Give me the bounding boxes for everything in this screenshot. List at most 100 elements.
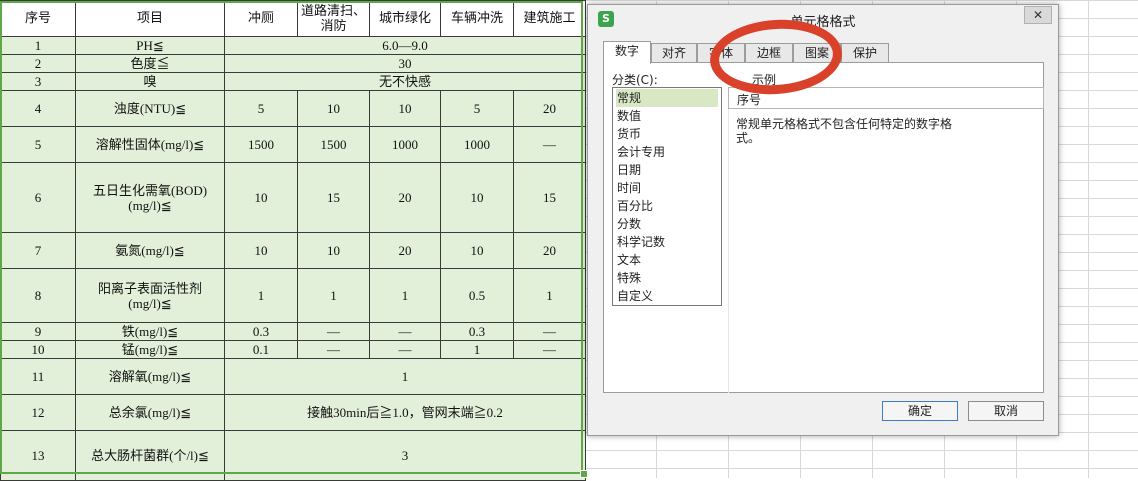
item-cell[interactable]: 嗅 [75, 72, 225, 91]
category-label: 分类(C): [612, 73, 658, 87]
value-cell[interactable]: 20 [369, 232, 441, 269]
value-cell[interactable]: — [297, 340, 370, 359]
item-cell[interactable]: 总余氯(mg/l)≦ [75, 394, 225, 431]
category-item-date[interactable]: 日期 [616, 161, 718, 179]
table-row: 9 铁(mg/l)≦ 0.3 — — 0.3 — [0, 322, 586, 341]
value-cell[interactable]: 10 [369, 90, 441, 127]
value-cell[interactable]: 20 [513, 232, 586, 269]
header-cell[interactable]: 建筑施工 [513, 0, 586, 37]
item-cell[interactable]: 阳离子表面活性剂(mg/l)≦ [75, 268, 225, 323]
value-cell[interactable]: — [369, 340, 441, 359]
fill-handle[interactable] [580, 470, 588, 478]
value-cell[interactable]: 5 [224, 90, 298, 127]
header-cell[interactable]: 序号 [0, 0, 76, 37]
row-number-cell[interactable]: 3 [0, 72, 76, 91]
merged-value-cell[interactable]: 无不快感 [224, 72, 586, 91]
merged-value-cell[interactable]: 30 [224, 54, 586, 73]
category-list[interactable]: 常规 数值 货币 会计专用 日期 时间 百分比 分数 科学记数 文本 特殊 自定… [612, 87, 722, 306]
category-item-general[interactable]: 常规 [616, 89, 718, 107]
value-cell[interactable]: 1000 [369, 126, 441, 163]
dialog-title: 单元格格式 [790, 15, 856, 30]
value-cell[interactable]: 0.1 [224, 340, 298, 359]
item-cell[interactable]: 锰(mg/l)≦ [75, 340, 225, 359]
row-number-cell[interactable]: 5 [0, 126, 76, 163]
item-cell[interactable]: PH≦ [75, 36, 225, 55]
header-cell[interactable]: 城市绿化 [369, 0, 441, 37]
value-cell[interactable]: — [297, 322, 370, 341]
header-cell[interactable]: 道路清扫、消防 [297, 0, 370, 37]
row-number-cell[interactable]: 4 [0, 90, 76, 127]
value-cell[interactable]: 10 [297, 90, 370, 127]
value-cell[interactable]: — [369, 322, 441, 341]
category-item-currency[interactable]: 货币 [616, 125, 718, 143]
value-cell[interactable]: 1 [440, 340, 514, 359]
tab-protection[interactable]: 保护 [841, 43, 889, 62]
value-cell[interactable]: 10 [440, 162, 514, 233]
close-button[interactable]: ✕ [1024, 6, 1052, 24]
category-item-custom[interactable]: 自定义 [616, 287, 718, 305]
item-cell[interactable]: 色度≦ [75, 54, 225, 73]
category-item-number[interactable]: 数值 [616, 107, 718, 125]
header-cell[interactable]: 冲厕 [224, 0, 298, 37]
category-item-special[interactable]: 特殊 [616, 269, 718, 287]
row-number-cell[interactable]: 12 [0, 394, 76, 431]
table-row: 10 锰(mg/l)≦ 0.1 — — 1 — [0, 340, 586, 359]
value-cell[interactable]: — [513, 126, 586, 163]
merged-value-cell[interactable]: 接触30min后≧1.0，管网末端≧0.2 [224, 394, 586, 431]
value-cell[interactable]: 20 [513, 90, 586, 127]
row-number-cell[interactable]: 9 [0, 322, 76, 341]
row-number-cell[interactable]: 10 [0, 340, 76, 359]
item-cell[interactable]: 浊度(NTU)≦ [75, 90, 225, 127]
category-item-time[interactable]: 时间 [616, 179, 718, 197]
row-number-cell[interactable]: 2 [0, 54, 76, 73]
tab-number[interactable]: 数字 [603, 41, 651, 64]
item-cell[interactable]: 铁(mg/l)≦ [75, 322, 225, 341]
tab-alignment[interactable]: 对齐 [651, 43, 697, 62]
row-number-cell[interactable]: 11 [0, 358, 76, 395]
row-number-cell[interactable]: 7 [0, 232, 76, 269]
value-cell[interactable]: 10 [297, 232, 370, 269]
category-item-percentage[interactable]: 百分比 [616, 197, 718, 215]
value-cell[interactable]: 1500 [224, 126, 298, 163]
value-cell[interactable]: — [513, 340, 586, 359]
value-cell[interactable]: 1000 [440, 126, 514, 163]
table-row: 7 氨氮(mg/l)≦ 10 10 20 10 20 [0, 232, 586, 269]
value-cell[interactable]: 0.5 [440, 268, 514, 323]
cancel-button[interactable]: 取消 [968, 401, 1044, 421]
value-cell[interactable]: — [513, 322, 586, 341]
value-cell[interactable]: 10 [224, 162, 298, 233]
ok-button[interactable]: 确定 [882, 401, 958, 421]
category-item-scientific[interactable]: 科学记数 [616, 233, 718, 251]
merged-value-cell[interactable]: 3 [224, 430, 586, 481]
value-cell[interactable]: 10 [440, 232, 514, 269]
item-cell[interactable]: 总大肠杆菌群(个/l)≦ [75, 430, 225, 481]
header-cell[interactable]: 车辆冲洗 [440, 0, 514, 37]
value-cell[interactable]: 20 [369, 162, 441, 233]
row-number-cell[interactable]: 8 [0, 268, 76, 323]
row-number-cell[interactable]: 13 [0, 430, 76, 481]
value-cell[interactable]: 1 [224, 268, 298, 323]
value-cell[interactable]: 10 [224, 232, 298, 269]
item-cell[interactable]: 溶解氧(mg/l)≦ [75, 358, 225, 395]
value-cell[interactable]: 0.3 [224, 322, 298, 341]
value-cell[interactable]: 1 [513, 268, 586, 323]
category-item-fraction[interactable]: 分数 [616, 215, 718, 233]
category-item-accounting[interactable]: 会计专用 [616, 143, 718, 161]
merged-value-cell[interactable]: 6.0—9.0 [224, 36, 586, 55]
merged-value-cell[interactable]: 1 [224, 358, 586, 395]
table-row: 4 浊度(NTU)≦ 5 10 10 5 20 [0, 90, 586, 127]
header-cell[interactable]: 项目 [75, 0, 225, 37]
value-cell[interactable]: 1 [297, 268, 370, 323]
row-number-cell[interactable]: 1 [0, 36, 76, 55]
category-item-text[interactable]: 文本 [616, 251, 718, 269]
value-cell[interactable]: 15 [513, 162, 586, 233]
value-cell[interactable]: 1 [369, 268, 441, 323]
item-cell[interactable]: 五日生化需氧(BOD)(mg/l)≦ [75, 162, 225, 233]
value-cell[interactable]: 0.3 [440, 322, 514, 341]
item-cell[interactable]: 氨氮(mg/l)≦ [75, 232, 225, 269]
value-cell[interactable]: 1500 [297, 126, 370, 163]
row-number-cell[interactable]: 6 [0, 162, 76, 233]
value-cell[interactable]: 5 [440, 90, 514, 127]
item-cell[interactable]: 溶解性固体(mg/l)≦ [75, 126, 225, 163]
value-cell[interactable]: 15 [297, 162, 370, 233]
